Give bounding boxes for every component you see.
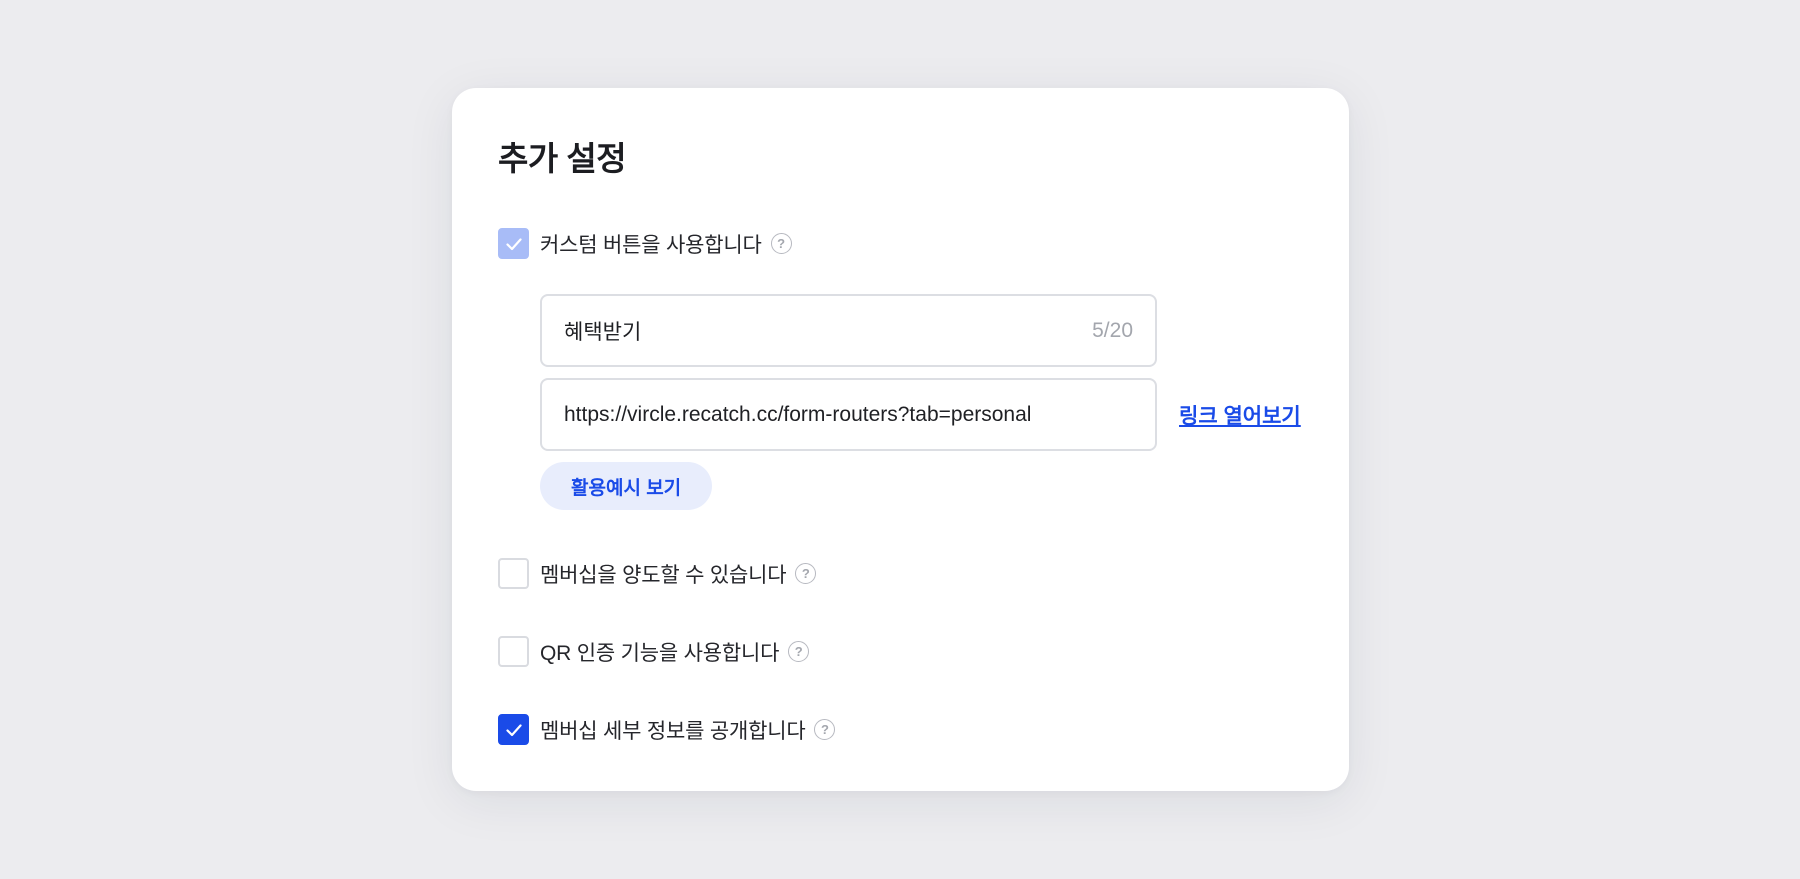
option-custom-button: 커스텀 버튼을 사용합니다 ? <box>498 228 792 259</box>
checkmark-icon <box>505 237 522 250</box>
qr-auth-checkbox[interactable] <box>498 636 529 667</box>
help-icon[interactable]: ? <box>814 719 836 740</box>
open-link-button[interactable]: 링크 열어보기 <box>1179 400 1301 430</box>
button-url-value: https://vircle.recatch.cc/form-routers?t… <box>564 402 1032 426</box>
membership-transfer-checkbox[interactable] <box>498 558 529 589</box>
membership-details-checkbox[interactable] <box>498 714 529 745</box>
button-name-value: 혜택받기 <box>564 320 642 344</box>
checkmark-icon <box>505 723 522 736</box>
button-name-counter: 5/20 <box>1092 318 1133 342</box>
membership-details-label: 멤버십 세부 정보를 공개합니다 <box>540 719 806 743</box>
panel-title: 추가 설정 <box>498 140 627 177</box>
option-membership-transfer: 멤버십을 양도할 수 있습니다 ? <box>498 558 817 589</box>
button-name-input[interactable]: 혜택받기 5/20 <box>540 294 1157 367</box>
membership-transfer-label: 멤버십을 양도할 수 있습니다 <box>540 563 787 587</box>
custom-button-checkbox[interactable] <box>498 228 529 259</box>
custom-button-label: 커스텀 버튼을 사용합니다 <box>540 233 762 257</box>
additional-settings-panel: 추가 설정 커스텀 버튼을 사용합니다 ? 혜택받기 5/20 https://… <box>452 88 1349 791</box>
help-icon[interactable]: ? <box>788 641 810 662</box>
view-example-button[interactable]: 활용예시 보기 <box>540 462 713 510</box>
option-membership-details: 멤버십 세부 정보를 공개합니다 ? <box>498 714 836 745</box>
button-url-input[interactable]: https://vircle.recatch.cc/form-routers?t… <box>540 378 1157 451</box>
qr-auth-label: QR 인증 기능을 사용합니다 <box>540 641 780 665</box>
help-icon[interactable]: ? <box>795 563 817 584</box>
help-icon[interactable]: ? <box>770 233 792 254</box>
option-qr-auth: QR 인증 기능을 사용합니다 ? <box>498 636 810 667</box>
